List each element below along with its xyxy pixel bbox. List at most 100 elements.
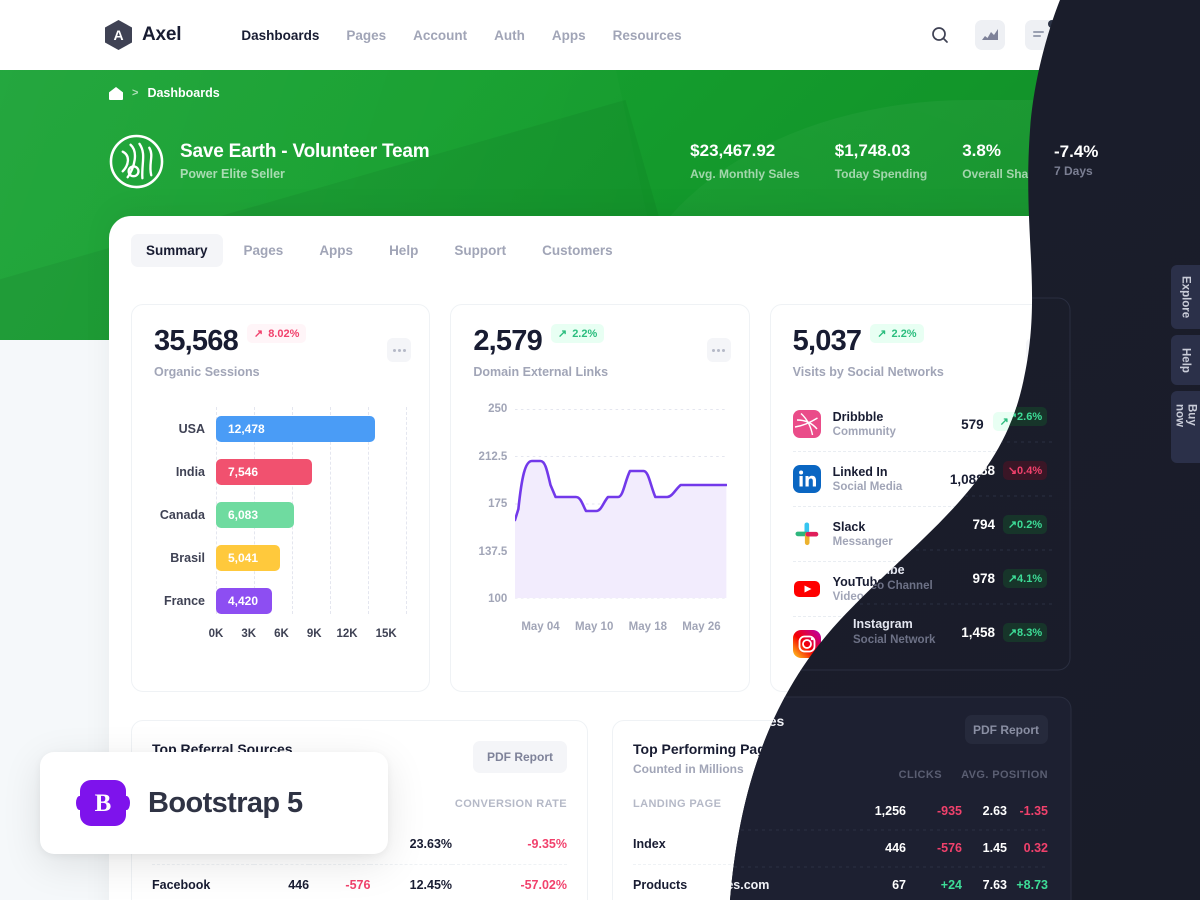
notifications-glyph xyxy=(1033,31,1044,37)
nav-link-pages[interactable]: Pages xyxy=(346,28,386,43)
chart-icon[interactable] xyxy=(974,19,1006,51)
tab-customers[interactable]: Customers xyxy=(527,234,628,267)
breadcrumb-current[interactable]: Dashboards xyxy=(147,86,219,100)
domain-links-value: 2,579 xyxy=(473,325,542,357)
x-tick: May 04 xyxy=(521,621,560,633)
x-tick: 12K xyxy=(336,628,358,640)
area-chart-x-axis: May 04 May 10 May 18 May 26 xyxy=(515,621,726,633)
bar-fill: 6,083 xyxy=(216,501,294,528)
list-item[interactable]: Dribbble Community 579 ↗ 2.6% xyxy=(792,397,1046,452)
slack-icon xyxy=(793,520,821,548)
instagram-icon xyxy=(792,630,821,658)
hero-stat-label: Avg. Monthly Sales xyxy=(690,167,800,181)
bar-label: Canada xyxy=(159,507,205,522)
side-tab-explore[interactable]: Explore xyxy=(1171,265,1200,329)
list-item-value: 1,458 xyxy=(949,636,984,652)
table-row[interactable]: Products 446 -576 1.45 0.32 xyxy=(633,864,1048,900)
organic-sessions-bar-chart: USA 12,478 India 7,546 Canada 6,083 Bras… xyxy=(154,407,408,640)
col-clicks: CLICKS xyxy=(878,798,923,810)
y-tick: 137.5 xyxy=(478,545,508,558)
bar-track: 12,478 xyxy=(216,415,407,442)
list-item-text: Slack Messanger xyxy=(833,520,961,548)
pages-pdf-report-button[interactable]: PDF Report xyxy=(954,741,1048,773)
status-badge-value: 8.3% xyxy=(1013,635,1039,647)
bootstrap-badge-card[interactable]: B Bootstrap 5 xyxy=(40,752,388,854)
chart-icon-chip xyxy=(975,20,1005,50)
home-icon[interactable] xyxy=(109,86,123,100)
social-networks-badge-value: 2.2% xyxy=(891,327,917,340)
list-item-subtitle: Community xyxy=(832,426,896,438)
cell-clicks: 446 xyxy=(826,864,872,900)
table-row[interactable]: Index 1,256 -935 2.63 -1.35 xyxy=(633,824,1048,865)
col-landing-page: LANDING PAGE xyxy=(633,798,722,810)
tab-support[interactable]: Support xyxy=(439,234,521,267)
social-networks-value: 5,037 xyxy=(792,325,862,357)
bar-fill: 5,041 xyxy=(216,544,281,571)
nav-link-resources[interactable]: Resources xyxy=(613,28,682,43)
notification-dot-badge xyxy=(1048,20,1056,28)
referral-pdf-report-button[interactable]: PDF Report xyxy=(473,741,567,773)
pages-subtitle: Counted in Millions xyxy=(633,762,744,776)
cell-position: 2.63 xyxy=(944,837,969,851)
bar-row-india: India 7,546 xyxy=(154,450,407,493)
bar-label: India xyxy=(175,464,205,479)
list-item[interactable]: Instagram Social Network 1,458 ↗ 8.3% xyxy=(792,617,1046,671)
table-row[interactable]: Facebook 446 -576 12.45% -57.02% xyxy=(152,864,567,900)
hero-stat-label: Today Spending xyxy=(834,167,928,181)
tab-summary[interactable]: Summary xyxy=(131,234,223,267)
cell-sessions-delta: -576 xyxy=(309,864,371,900)
organic-sessions-more-icon[interactable] xyxy=(387,338,412,362)
domain-links-area-chart: 100 137.5 175 212.5 250 May 04 May 10 Ma… xyxy=(473,403,727,639)
domain-links-more-icon[interactable] xyxy=(706,338,731,362)
list-item-title: Linked In xyxy=(832,465,888,479)
linkedin-icon xyxy=(792,465,821,493)
x-tick: 3K xyxy=(241,628,257,640)
side-tabs: Explore Help Buy now xyxy=(1171,265,1200,463)
cell-page: Index xyxy=(633,837,666,851)
dribbble-icon xyxy=(792,410,821,438)
hero-stat-value: 3.8% xyxy=(962,141,1001,160)
table-header-row: LANDING PAGE CLICKS AVG. POSITION xyxy=(633,798,1048,824)
nav-link-dashboards[interactable]: Dashboards xyxy=(241,28,319,43)
pages-card-header: Top Performing Pages Counted in Millions… xyxy=(633,741,1048,776)
list-item-subtitle: Video Channel xyxy=(832,591,913,603)
list-item[interactable]: YouTube Video Channel 978 ↗ 4.1% xyxy=(792,562,1046,617)
side-tab-buy-now[interactable]: Buy now xyxy=(1171,391,1200,463)
bootstrap-logo-letter: B xyxy=(94,789,112,817)
tab-help[interactable]: Help xyxy=(374,234,433,267)
pages-table: LANDING PAGE CLICKS AVG. POSITION Index … xyxy=(633,798,1048,900)
list-item[interactable]: Linked In Social Media 1,088 ↘ 0.4% xyxy=(792,452,1046,507)
domain-external-links-card: 2,579 ↗ 2.2% Domain External Links 100 1… xyxy=(450,304,750,692)
cell-source: Facebook xyxy=(152,864,255,900)
organic-sessions-label: Organic Sessions xyxy=(154,365,260,379)
hero-text: Save Earth - Volunteer Team Power Elite … xyxy=(180,141,430,181)
nav-link-account[interactable]: Account xyxy=(413,28,467,43)
tab-apps[interactable]: Apps xyxy=(304,234,368,267)
x-tick: 0K xyxy=(208,628,224,640)
side-tab-help[interactable]: Help xyxy=(1171,335,1200,385)
avatar[interactable] xyxy=(1074,16,1112,54)
cell-page: Products xyxy=(633,864,827,900)
x-tick: May 10 xyxy=(574,621,614,633)
list-item-value: 978 xyxy=(961,581,984,597)
list-item-subtitle: Messanger xyxy=(832,536,893,548)
notifications-icon[interactable] xyxy=(1024,19,1056,51)
nav-link-auth[interactable]: Auth xyxy=(494,28,525,43)
brand-logo[interactable]: A Axel xyxy=(105,20,182,50)
col-avg-position: AVG. POSITION xyxy=(961,798,1048,810)
x-tick: May 18 xyxy=(628,621,667,633)
organic-sessions-card: 35,568 ↗ 8.02% Organic Sessions USA 12,4… xyxy=(131,304,431,692)
hero-stat-value: -7.4% xyxy=(1074,141,1119,160)
nav-right-actions xyxy=(924,16,1112,54)
list-item[interactable]: Slack Messanger 794 ↗ 0.2% xyxy=(792,507,1046,562)
avatar-torso xyxy=(1078,45,1108,54)
search-icon[interactable] xyxy=(924,19,956,51)
list-item-title: Slack xyxy=(832,520,866,534)
social-networks-label: Visits by Social Networks xyxy=(792,365,944,379)
hero-subtitle: Power Elite Seller xyxy=(180,167,285,181)
tab-pages[interactable]: Pages xyxy=(229,234,299,267)
bar-fill: 7,546 xyxy=(216,458,313,485)
social-networks-more-icon[interactable] xyxy=(1025,338,1050,362)
nav-link-apps[interactable]: Apps xyxy=(552,28,586,43)
cell-sessions: 446 xyxy=(254,864,310,900)
